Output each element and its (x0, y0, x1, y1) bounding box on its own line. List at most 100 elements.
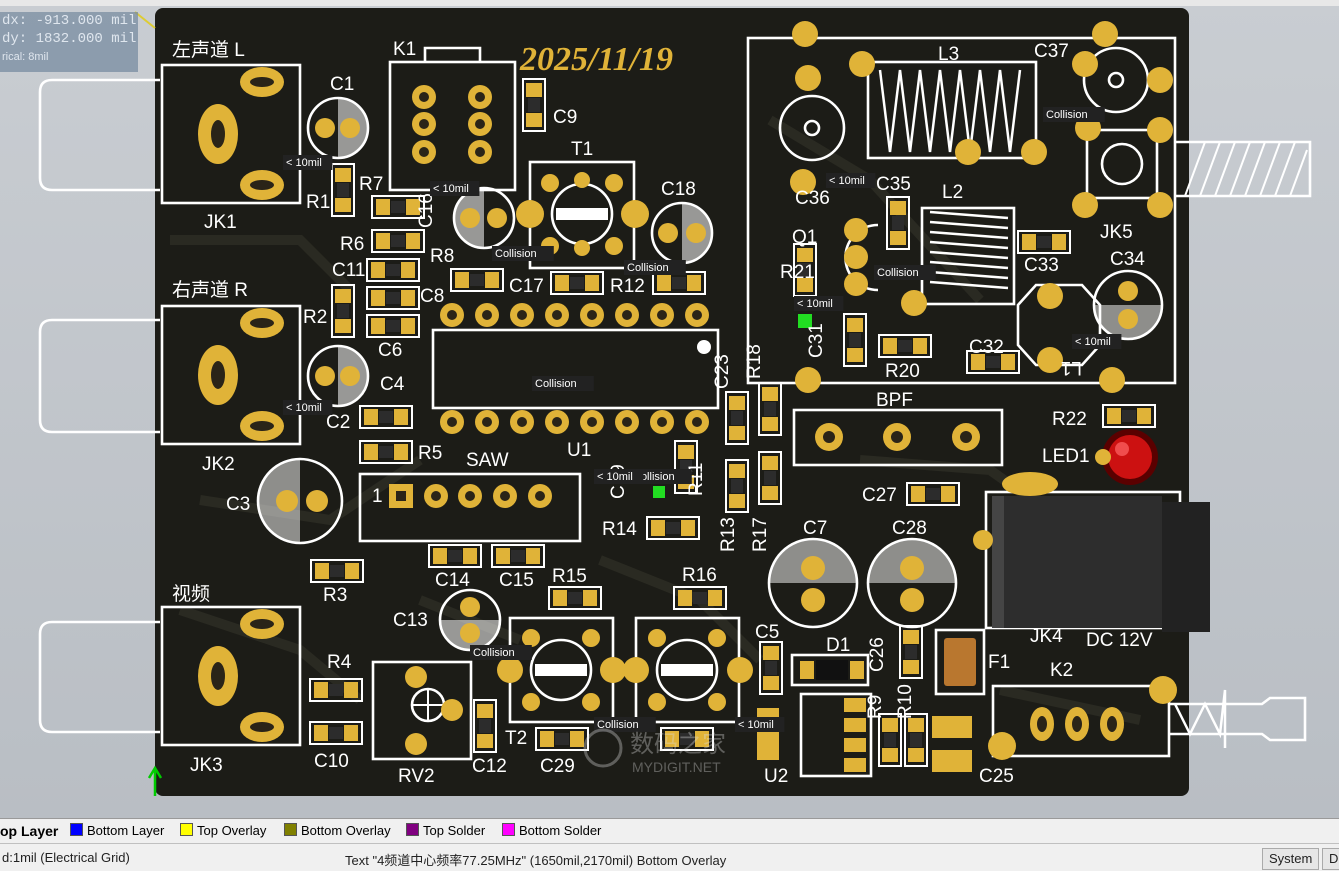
refdes-t2: T2 (505, 728, 527, 749)
refdes-r14: R14 (602, 519, 637, 540)
label-right-channel: 右声道 R (172, 279, 248, 301)
refdes-r22: R22 (1052, 409, 1087, 430)
top-solder-swatch (406, 823, 419, 836)
refdes-jk4: JK4 (1030, 626, 1063, 647)
refdes-l2: L2 (942, 182, 963, 203)
refdes-c23: C23 (712, 354, 733, 389)
drc-marker-collision[interactable]: Collision (877, 267, 919, 279)
label-bpf: BPF (876, 390, 913, 411)
refdes-r21: R21 (780, 262, 815, 283)
label-video: 视频 (172, 583, 210, 605)
watermark-cn: 数码之家 (630, 730, 726, 758)
hud-dx: dx: -913.000 mil (2, 13, 137, 29)
refdes-c34: C34 (1110, 249, 1145, 270)
drc-marker-collision[interactable]: Collision (627, 262, 669, 274)
tab-top-overlay[interactable]: Top Overlay (180, 821, 266, 841)
tab-bottom-solder[interactable]: Bottom Solder (502, 821, 601, 841)
refdes-q1: Q1 (792, 227, 817, 248)
refdes-r17: R17 (750, 517, 771, 552)
refdes-l3: L3 (938, 44, 959, 65)
refdes-jk2: JK2 (202, 454, 235, 475)
tab-bottom-layer[interactable]: Bottom Layer (70, 821, 164, 841)
layer-tabs-bar: op Layer Bottom Layer Top Overlay Bottom… (0, 818, 1339, 843)
refdes-jk3: JK3 (190, 755, 223, 776)
refdes-f1: F1 (988, 652, 1010, 673)
drc-marker-clearance[interactable]: < 10mil (286, 402, 322, 414)
refdes-c13: C13 (393, 610, 428, 631)
drc-marker-clearance[interactable]: < 10mil (286, 157, 322, 169)
status-selection: Text "4频道中心频率77.25MHz" (1650mil,2170mil)… (345, 853, 727, 868)
measure-hud: dx: -913.000 mil dy: 1832.000 mil rical:… (0, 12, 138, 72)
refdes-r7: R7 (359, 174, 383, 195)
refdes-jk1: JK1 (204, 212, 237, 233)
drc-marker-collision[interactable]: Collision (473, 647, 515, 659)
refdes-u2: U2 (764, 766, 788, 787)
refdes-c11: C11 (332, 260, 365, 281)
refdes-r18: R18 (744, 344, 765, 379)
refdes-c25: C25 (979, 766, 1014, 787)
refdes-r3: R3 (323, 585, 347, 606)
refdes-c27: C27 (862, 485, 897, 506)
tab-bottom-overlay[interactable]: Bottom Overlay (284, 821, 391, 841)
refdes-r15: R15 (552, 566, 587, 587)
top-overlay-swatch (180, 823, 193, 836)
refdes-t1: T1 (571, 139, 593, 160)
hud-dy: dy: 1832.000 mil (2, 31, 137, 47)
refdes-rv2: RV2 (398, 766, 435, 787)
label-dc: DC 12V (1086, 630, 1153, 651)
refdes-c3: C3 (226, 494, 250, 515)
refdes-r1: R1 (306, 192, 330, 213)
refdes-c32: C32 (969, 337, 1004, 358)
refdes-c17: C17 (509, 276, 544, 297)
pcb-canvas[interactable]: 左声道 L 右声道 R 视频 2025/11/19 DC 12V 1 BPF S… (0, 0, 1339, 818)
refdes-c8: C8 (420, 286, 444, 307)
bottom-overlay-swatch (284, 823, 297, 836)
drc-marker-collision[interactable]: Collision (495, 248, 537, 260)
refdes-r12: R12 (610, 276, 645, 297)
refdes-r6: R6 (340, 234, 364, 255)
label-pin-one: 1 (372, 486, 383, 507)
refdes-r9: R9 (865, 695, 886, 719)
board-date: 2025/11/19 (519, 41, 673, 78)
refdes-d1: D1 (826, 635, 850, 656)
tab-top-solder[interactable]: Top Solder (406, 821, 485, 841)
refdes-l1: L1 (1061, 357, 1082, 378)
drc-marker-clearance[interactable]: < 10mil (829, 175, 865, 187)
drc-marker-clearance[interactable]: < 10mil (1075, 336, 1111, 348)
pcb-board[interactable]: 左声道 L 右声道 R 视频 2025/11/19 DC 12V 1 BPF S… (0, 0, 1339, 818)
refdes-r20: R20 (885, 361, 920, 382)
drc-marker-collision[interactable]: Collision (1046, 109, 1088, 121)
refdes-c1: C1 (330, 74, 354, 95)
watermark-url: MYDIGIT.NET (632, 759, 721, 775)
measure-line (134, 11, 156, 29)
refdes-r10: R10 (895, 684, 916, 719)
label-saw: SAW (466, 450, 509, 471)
status-grid: d:1mil (Electrical Grid) (2, 850, 130, 865)
drc-marker-collision[interactable]: Collision (535, 378, 577, 390)
system-button[interactable]: System (1262, 848, 1320, 870)
refdes-u1: U1 (567, 440, 591, 461)
refdes-c28: C28 (892, 518, 927, 539)
refdes-c4: C4 (380, 374, 405, 395)
refdes-c33: C33 (1024, 255, 1059, 276)
drc-marker-clearance[interactable]: < 10mil (597, 471, 633, 483)
hud-snap: rical: 8mil (2, 51, 49, 63)
refdes-c35: C35 (876, 174, 911, 195)
refdes-c12: C12 (472, 756, 507, 777)
refdes-c16: C16 (416, 193, 437, 228)
refdes-c37: C37 (1034, 41, 1069, 62)
refdes-c36: C36 (795, 188, 830, 209)
refdes-c31: C31 (806, 323, 827, 358)
refdes-r16: R16 (682, 565, 717, 586)
status-bar: d:1mil (Electrical Grid) Text "4频道中心频率77… (0, 843, 1339, 871)
drc-marker-clearance[interactable]: < 10mil (797, 298, 833, 310)
drc-marker-clearance[interactable]: < 10mil (738, 719, 774, 731)
bottom-layer-swatch (70, 823, 83, 836)
refdes-c29: C29 (540, 756, 575, 777)
bottom-solder-swatch (502, 823, 515, 836)
refdes-c5: C5 (755, 622, 779, 643)
drc-marker-clearance[interactable]: < 10mil (433, 183, 469, 195)
tab-top-layer[interactable]: op Layer (0, 821, 58, 841)
refdes-c18: C18 (661, 179, 696, 200)
d-button[interactable]: D (1322, 848, 1339, 870)
